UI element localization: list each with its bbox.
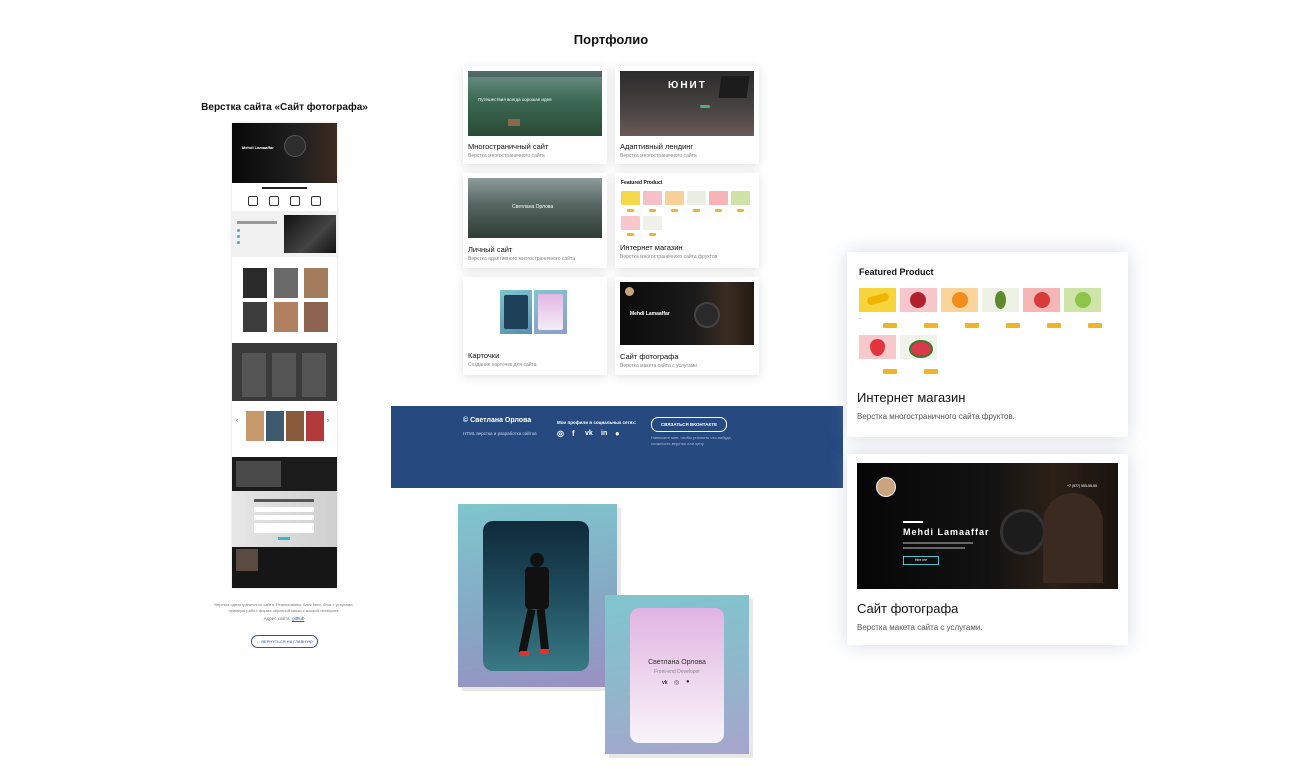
add-to-cart-button[interactable] [883,369,897,374]
card-title: Многостраничный сайт [468,142,549,151]
add-to-cart-button[interactable] [965,323,979,328]
product-banana [621,191,640,205]
product-watermelon [643,216,662,230]
card-thumb-text: Путешествия всегда хорошая идея [478,97,552,102]
hire-me-button[interactable]: Hire me [903,556,939,565]
portfolio-card-landing[interactable]: ЮНИТ Адаптивный лендинг Верстка многостр… [615,66,759,164]
card-title: Интернет магазин [620,243,683,252]
card-title: Личный сайт [468,245,513,254]
photographer-hero: +7 (977) 555-55-55 Mehdi Lamaaffar Hire … [857,463,1118,589]
big-card-subtitle: Верстка многостраничного сайта фруктов. [857,412,1015,421]
vk-icon[interactable]: vk [585,430,593,437]
github-icon[interactable]: ● [686,679,690,685]
card-thumb-text: ЮНИТ [668,80,707,91]
card-subtitle: Верстка адаптивного многостраничного сай… [468,256,576,262]
portfolio-card-shop[interactable]: Featured Product Интернет магазин Верстк… [615,173,759,268]
vk-icon[interactable]: vk [662,680,668,686]
card-title: Карточки [468,351,500,360]
card-thumbnail: Mehdi Lamaaffar [620,282,754,345]
instagram-icon[interactable]: ◎ [557,429,564,438]
product-strawberry [859,335,896,359]
shop-heading: Featured Product [859,267,934,277]
avatar [876,477,896,497]
add-to-cart-button[interactable] [924,323,938,328]
card-title: Адаптивный лендинг [620,142,694,151]
preview-hero-name: Mehdi Lamaaffar [242,145,274,150]
portfolio-card-photographer[interactable]: Mehdi Lamaaffar Сайт фотографа Верстка м… [615,277,759,375]
footer-copyright: © Светлана Орлова [463,417,532,424]
portfolio-card-multipage[interactable]: Путешествия всегда хорошая идея Многостр… [463,66,607,164]
product-orange [665,191,684,205]
card-thumbnail: Путешествия всегда хорошая идея [468,71,602,136]
big-card-title: Сайт фотографа [857,601,959,616]
preview-link-prefix: Адрес сайта: [263,616,291,621]
add-to-cart-button[interactable] [1047,323,1061,328]
product-banana [859,288,896,312]
big-card-shop[interactable]: Featured Product — Интернет магазин Верс… [847,252,1128,437]
add-to-cart-button[interactable] [1088,323,1102,328]
product-apple [709,191,728,205]
card-thumb-text: Mehdi Lamaaffar [630,311,670,317]
product-pomegranate [643,191,662,205]
card-thumbnail: Светлана Орлова [468,178,602,238]
card-thumbnail [500,290,532,334]
card-thumbnail: ЮНИТ [620,71,754,136]
portfolio-card-personal[interactable]: Светлана Орлова Личный сайт Верстка адап… [463,173,607,268]
big-card-photographer[interactable]: +7 (977) 555-55-55 Mehdi Lamaaffar Hire … [847,454,1128,645]
product-apple-green [1064,288,1101,312]
product-avocado [687,191,706,205]
card-title: Сайт фотографа [620,352,679,361]
card-widget-photo [458,504,617,687]
hero-name: Mehdi Lamaaffar [903,527,990,537]
product-apple [1023,288,1060,312]
preview-site-link-row: Адрес сайта: github [207,616,361,621]
site-preview-long: Mehdi Lamaaffar ‹ › [232,123,337,588]
card-thumbnail-2 [534,290,567,334]
preview-title: Верстка сайта «Сайт фотографа» [201,102,368,113]
profile-role: Front-end Developer [654,669,700,675]
site-footer: © Светлана Орлова HTML верстка и разрабо… [391,406,843,488]
preview-site-link[interactable]: github [292,616,304,621]
card-subtitle: Создание карточек для сайта [468,362,537,368]
product-orange [941,288,978,312]
instagram-icon[interactable]: ◎ [674,679,679,686]
hero-phone: +7 (977) 555-55-55 [1067,484,1098,488]
product-strawberry [621,216,640,230]
back-to-home-button[interactable]: ← ВЕРНУТЬСЯ НА ГЛАВНУЮ [251,635,318,648]
facebook-icon[interactable]: f [572,429,575,438]
card-subtitle: Верстка многостраничного сайта [620,153,697,159]
big-card-title: Интернет магазин [857,390,966,405]
card-widget-profile: Светлана Орлова Front-end Developer vk ◎… [605,595,749,754]
card-subtitle: Верстка макета сайта с услугами [620,363,698,369]
add-to-cart-button[interactable] [1006,323,1020,328]
preview-hero: Mehdi Lamaaffar [232,123,337,183]
profile-name: Светлана Орлова [648,659,706,666]
portfolio-title: Портфолио [573,32,649,47]
product-pomegranate [900,288,937,312]
add-to-cart-button[interactable] [924,369,938,374]
big-card-subtitle: Верстка макета сайта с услугами. [857,623,983,632]
product-apple-green [731,191,750,205]
portfolio-card-cards[interactable]: Карточки Создание карточек для сайта [463,277,607,375]
github-icon[interactable]: ● [615,429,620,438]
contact-vk-button[interactable]: СВЯЗАТЬСЯ ВКОНТАКТЕ [651,417,727,432]
preview-description: Верстка одностраничного сайта. Реализова… [214,602,354,613]
add-to-cart-button[interactable] [883,323,897,328]
footer-tagline: HTML верстка и разработка сайтов [463,431,537,436]
card-thumb-text: Светлана Орлова [512,204,554,210]
card-subtitle: Верстка многостраничного сайта [468,153,545,159]
linkedin-icon[interactable]: in [601,430,607,437]
card-thumb-text: Featured Product [621,180,663,186]
product-avocado [982,288,1019,312]
card-subtitle: Верстка многостраничного сайта фруктов [620,254,718,260]
product-watermelon [900,335,937,359]
footer-cta-note: Напишите мне, чтобы уточнить что-нибудь,… [651,435,732,446]
footer-social-heading: Мои профили в социальных сетях: [557,420,637,425]
